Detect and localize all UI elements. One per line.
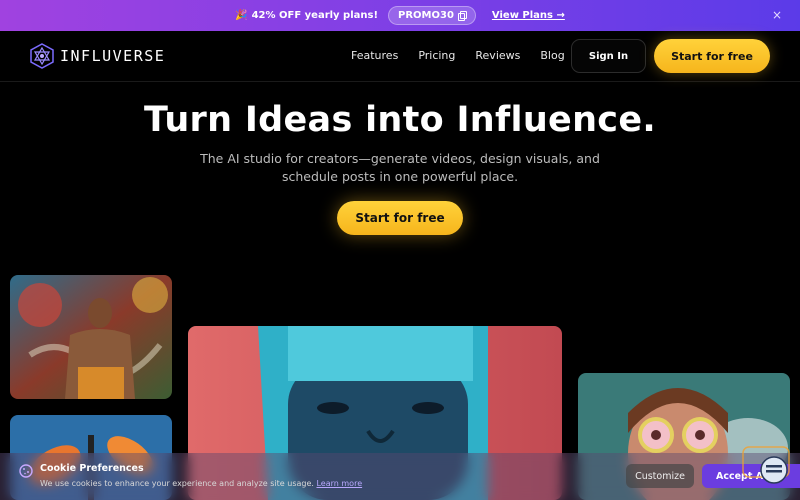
cookie-banner: Cookie Preferences We use cookies to enh… xyxy=(0,453,800,500)
hero-title: Turn Ideas into Influence. xyxy=(144,100,656,140)
logo-icon xyxy=(30,43,54,69)
nav-link-blog[interactable]: Blog xyxy=(540,49,564,62)
brand-name: INFLUVERSE xyxy=(60,47,166,65)
learn-more-link[interactable]: Learn more xyxy=(316,479,362,488)
close-icon[interactable]: × xyxy=(772,8,782,22)
street-portrait-image xyxy=(10,275,172,399)
nav-link-features[interactable]: Features xyxy=(351,49,398,62)
promo-code: PROMO30 xyxy=(398,10,454,21)
promo-text: 42% OFF yearly plans! xyxy=(251,10,379,21)
cookie-title: Cookie Preferences xyxy=(40,463,144,474)
customize-button[interactable]: Customize xyxy=(626,464,694,488)
promo-code-button[interactable]: PROMO30 xyxy=(388,6,476,25)
brand-logo[interactable]: INFLUVERSE xyxy=(30,43,165,69)
cookie-description: We use cookies to enhance your experienc… xyxy=(40,479,314,488)
nav-link-pricing[interactable]: Pricing xyxy=(418,49,455,62)
start-free-nav-button[interactable]: Start for free xyxy=(654,39,770,73)
nav-link-reviews[interactable]: Reviews xyxy=(475,49,520,62)
navbar: INFLUVERSE Features Pricing Reviews Blog… xyxy=(0,31,800,82)
party-icon: 🎉 xyxy=(235,10,248,21)
view-plans-link[interactable]: View Plans → xyxy=(492,10,565,21)
sign-in-button[interactable]: Sign In xyxy=(571,39,646,73)
chat-widget-icon[interactable] xyxy=(742,446,790,486)
hero-subtitle: The AI studio for creators—generate vide… xyxy=(200,151,600,184)
start-free-hero-button[interactable]: Start for free xyxy=(337,201,463,235)
cookie-text: We use cookies to enhance your experienc… xyxy=(40,479,362,488)
copy-icon xyxy=(457,11,467,21)
nav-links: Features Pricing Reviews Blog xyxy=(351,49,565,62)
cookie-icon xyxy=(19,464,33,478)
promo-bar: 🎉 42% OFF yearly plans! PROMO30 View Pla… xyxy=(0,0,800,31)
